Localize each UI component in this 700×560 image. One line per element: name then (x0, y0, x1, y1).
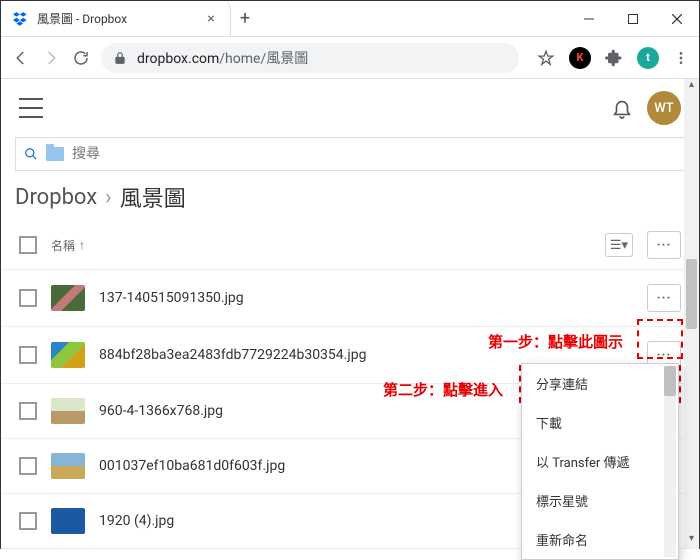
extensions-icon[interactable] (605, 49, 623, 67)
dropbox-icon (13, 11, 29, 27)
back-button[interactable] (11, 48, 31, 68)
scroll-thumb[interactable] (686, 259, 697, 329)
forward-button[interactable] (41, 48, 61, 68)
extension-k-icon[interactable]: K (569, 47, 591, 69)
scroll-up-arrow[interactable]: ▴ (684, 79, 699, 94)
list-header: 名稱 ↑ ☰▾ ··· (1, 221, 699, 270)
new-tab-button[interactable]: + (231, 1, 259, 36)
menu-rename[interactable]: 重新命名 (522, 520, 678, 559)
maximize-button[interactable] (611, 1, 655, 36)
file-name[interactable]: 137-140515091350.jpg (99, 290, 633, 306)
select-all-checkbox[interactable] (19, 236, 37, 254)
row-checkbox[interactable] (19, 457, 37, 475)
menu-transfer[interactable]: 以 Transfer 傳遞 (522, 442, 678, 481)
star-icon[interactable] (537, 49, 555, 67)
hamburger-menu-icon[interactable] (19, 98, 43, 118)
row-checkbox[interactable] (19, 289, 37, 307)
folder-icon (46, 147, 64, 161)
menu-share-link[interactable]: 分享連結 (522, 364, 678, 403)
minimize-button[interactable] (567, 1, 611, 36)
breadcrumb: Dropbox › 風景圖 (1, 181, 699, 213)
file-name[interactable]: 884bf28ba3ea2483fdb7729224b30354.jpg (99, 347, 633, 363)
window-controls (567, 1, 699, 36)
scroll-down-arrow[interactable]: ▾ (684, 533, 699, 548)
chevron-right-icon: › (105, 185, 112, 210)
notifications-icon[interactable] (611, 97, 633, 119)
view-mode-button[interactable]: ☰▾ (605, 233, 633, 257)
thumbnail (51, 342, 85, 368)
tab-title: 風景圖 - Dropbox (37, 10, 196, 27)
search-icon (24, 147, 38, 161)
thumbnail (51, 453, 85, 479)
browser-toolbar: dropbox.com/home/風景圖 K t (1, 37, 699, 79)
app-header: WT (1, 79, 699, 137)
context-menu: 分享連結 下載 以 Transfer 傳遞 標示星號 重新命名 (521, 363, 679, 560)
close-window-button[interactable] (655, 1, 699, 36)
page-scrollbar[interactable]: ▴ ▾ (684, 79, 699, 548)
browser-titlebar: 風景圖 - Dropbox × + (1, 1, 699, 37)
menu-download[interactable]: 下載 (522, 403, 678, 442)
menu-scrollbar[interactable] (664, 366, 676, 557)
thumbnail (51, 285, 85, 311)
breadcrumb-root[interactable]: Dropbox (15, 185, 97, 210)
row-checkbox[interactable] (19, 402, 37, 420)
search-bar[interactable] (15, 137, 685, 171)
thumbnail (51, 508, 85, 534)
menu-star[interactable]: 標示星號 (522, 481, 678, 520)
close-icon[interactable]: × (204, 12, 218, 26)
user-avatar[interactable]: WT (647, 91, 681, 125)
address-bar[interactable]: dropbox.com/home/風景圖 (101, 43, 519, 73)
file-row[interactable]: 137-140515091350.jpg ··· (1, 270, 699, 327)
profile-avatar-icon[interactable]: t (637, 47, 659, 69)
breadcrumb-current: 風景圖 (120, 181, 186, 213)
url-text: dropbox.com/home/風景圖 (137, 48, 308, 68)
column-name-header[interactable]: 名稱 ↑ (51, 237, 85, 254)
thumbnail (51, 398, 85, 424)
browser-tab[interactable]: 風景圖 - Dropbox × (1, 1, 231, 36)
sort-asc-icon: ↑ (79, 238, 85, 252)
row-actions-button[interactable]: ··· (647, 284, 681, 312)
row-checkbox[interactable] (19, 512, 37, 530)
search-input[interactable] (72, 146, 676, 162)
folder-actions-button[interactable]: ··· (647, 231, 681, 259)
browser-menu-icon[interactable] (673, 50, 689, 66)
reload-button[interactable] (71, 48, 91, 68)
lock-icon (113, 51, 127, 65)
row-checkbox[interactable] (19, 346, 37, 364)
